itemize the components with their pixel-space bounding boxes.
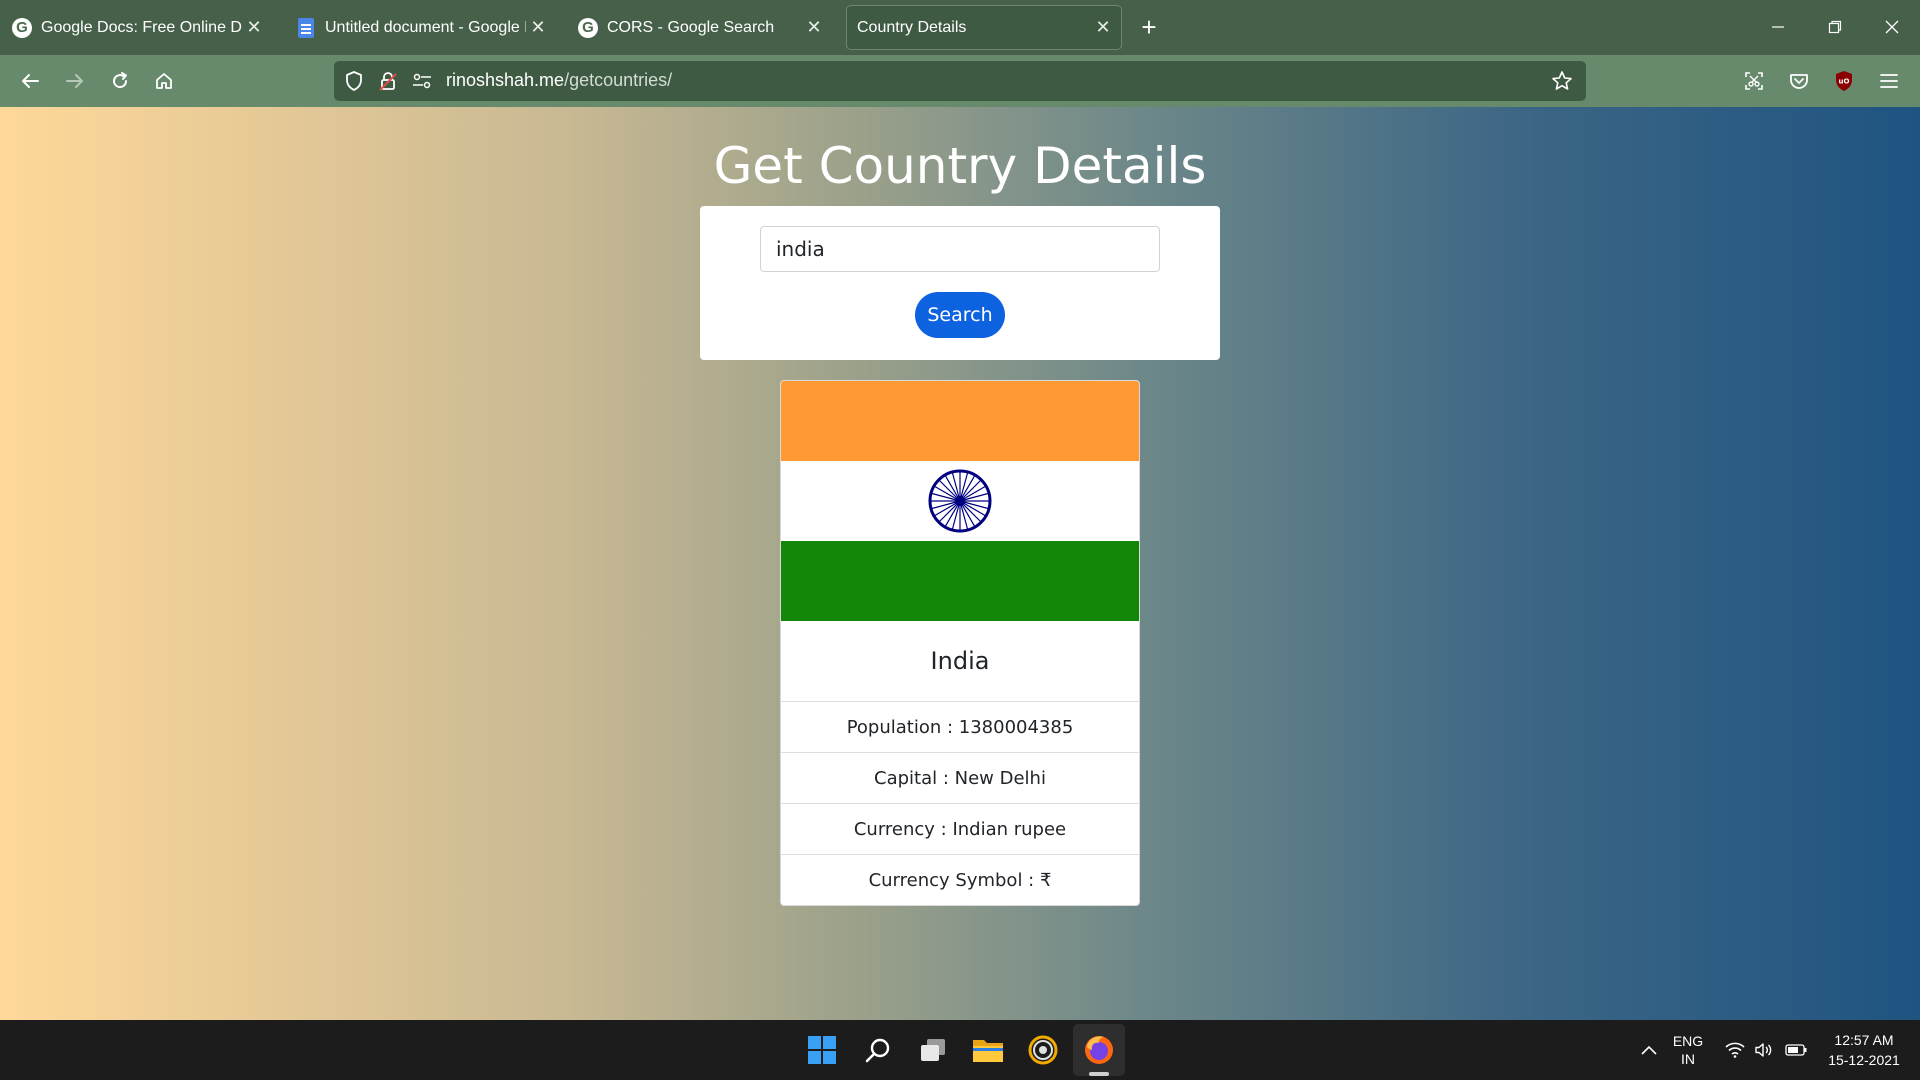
population-item: Population : 1380004385 xyxy=(781,701,1139,752)
language-indicator[interactable]: ENG IN xyxy=(1666,1020,1710,1080)
wifi-icon[interactable] xyxy=(1722,1020,1748,1080)
hamburger-menu-icon[interactable] xyxy=(1871,63,1907,99)
search-card: Search xyxy=(700,206,1220,360)
tab-title: Country Details xyxy=(857,18,967,36)
back-arrow-icon[interactable] xyxy=(12,63,48,99)
insecure-lock-icon[interactable] xyxy=(376,69,400,93)
capital-item: Capital : New Delhi xyxy=(781,752,1139,803)
country-details-list: Population : 1380004385 Capital : New De… xyxy=(781,701,1139,905)
tab-country-details[interactable]: Country Details ✕ xyxy=(846,5,1122,50)
search-button[interactable]: Search xyxy=(915,292,1005,338)
file-explorer-icon[interactable] xyxy=(968,1030,1008,1070)
url-text[interactable]: rinoshshah.me/getcountries/ xyxy=(446,70,672,91)
clock-date: 15-12-2021 xyxy=(1828,1052,1900,1068)
restore-icon[interactable] xyxy=(1815,10,1855,44)
firefox-icon[interactable] xyxy=(1079,1030,1119,1070)
bookmark-star-icon[interactable] xyxy=(1550,69,1574,93)
currency-symbol-item: Currency Symbol : ₹ xyxy=(781,854,1139,905)
page-title: Get Country Details xyxy=(713,137,1207,195)
tab-title: Untitled document - Google Docs xyxy=(325,18,526,36)
svg-text:uO: uO xyxy=(1839,78,1850,86)
task-view-icon[interactable] xyxy=(913,1030,953,1070)
windows-taskbar: ENG IN 12:57 AM 15-12-2021 xyxy=(0,1020,1920,1080)
home-icon[interactable] xyxy=(146,63,182,99)
close-icon[interactable]: ✕ xyxy=(242,16,266,40)
url-path: /getcountries/ xyxy=(564,70,673,90)
tab-google-docs[interactable]: G Google Docs: Free Online Document Edit… xyxy=(0,5,272,50)
browser-nav-bar: rinoshshah.me/getcountries/ uO xyxy=(0,55,1920,107)
page-content: Get Country Details Search India Populat… xyxy=(0,107,1920,1020)
google-g-icon: G xyxy=(12,17,32,38)
currency-item: Currency : Indian rupee xyxy=(781,803,1139,854)
close-icon[interactable]: ✕ xyxy=(802,16,826,40)
windows-start-icon[interactable] xyxy=(802,1030,842,1070)
clock-time: 12:57 AM xyxy=(1834,1032,1894,1048)
address-bar[interactable]: rinoshshah.me/getcountries/ xyxy=(334,61,1586,101)
url-domain: rinoshshah.me xyxy=(446,70,565,90)
country-card: India Population : 1380004385 Capital : … xyxy=(780,380,1140,906)
show-hidden-icons-chevron-up-icon[interactable] xyxy=(1634,1020,1664,1080)
google-g-icon: G xyxy=(578,17,598,38)
country-name: India xyxy=(930,647,990,675)
active-app-indicator xyxy=(1089,1072,1109,1076)
close-icon[interactable]: ✕ xyxy=(1091,16,1115,40)
clock[interactable]: 12:57 AM 15-12-2021 xyxy=(1820,1020,1908,1080)
india-flag-image xyxy=(781,381,1139,621)
permissions-icon[interactable] xyxy=(410,69,434,93)
tab-untitled-document[interactable]: Untitled document - Google Docs ✕ xyxy=(284,5,556,50)
reload-icon[interactable] xyxy=(102,63,138,99)
tab-title: CORS - Google Search xyxy=(607,18,775,36)
media-player-icon[interactable] xyxy=(1023,1030,1063,1070)
tab-cors-search[interactable]: G CORS - Google Search ✕ xyxy=(566,5,832,50)
ashoka-chakra-icon xyxy=(928,469,992,533)
battery-icon[interactable] xyxy=(1782,1020,1810,1080)
pocket-icon[interactable] xyxy=(1781,63,1817,99)
language-code: ENG xyxy=(1672,1033,1704,1049)
flag-band-green xyxy=(781,541,1139,621)
forward-arrow-icon[interactable] xyxy=(57,63,93,99)
flag-band-saffron xyxy=(781,381,1139,461)
region-code: IN xyxy=(1681,1051,1695,1067)
ublock-origin-icon[interactable]: uO xyxy=(1826,63,1862,99)
google-docs-icon xyxy=(296,17,316,38)
screenshot-icon[interactable] xyxy=(1736,63,1772,99)
volume-icon[interactable] xyxy=(1751,1020,1777,1080)
tab-title: Google Docs: Free Online Document Editor xyxy=(41,18,242,36)
minimize-icon[interactable] xyxy=(1758,10,1798,44)
shield-icon[interactable] xyxy=(342,69,366,93)
country-search-input[interactable] xyxy=(760,226,1160,272)
browser-tab-bar: G Google Docs: Free Online Document Edit… xyxy=(0,0,1920,55)
search-icon[interactable] xyxy=(858,1030,898,1070)
close-icon[interactable]: ✕ xyxy=(526,16,550,40)
close-window-icon[interactable] xyxy=(1872,10,1912,44)
new-tab-button[interactable]: + xyxy=(1134,12,1164,42)
